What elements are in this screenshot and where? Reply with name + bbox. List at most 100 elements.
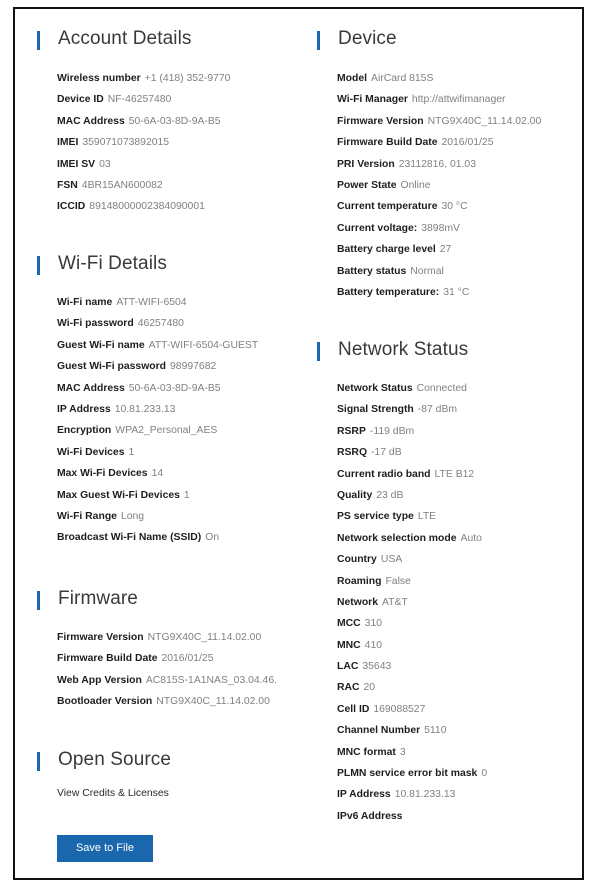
detail-label: Wi-Fi password — [57, 318, 134, 330]
detail-label: Bootloader Version — [57, 696, 153, 708]
detail-value: 27 — [439, 244, 452, 256]
wifi-details-rows: Wi-Fi name ATT-WIFI-6504 Wi-Fi password 462… — [57, 292, 277, 549]
section-accent-bar — [37, 752, 40, 771]
detail-label: Power State — [337, 179, 397, 191]
detail-label: Battery status — [337, 265, 407, 277]
detail-row: Country USA — [337, 549, 583, 570]
detail-label: Current radio band — [337, 468, 431, 480]
view-credits-link[interactable]: View Credits & Licenses — [57, 788, 169, 799]
detail-row: Network selection mode Auto — [337, 528, 583, 549]
detail-label: Network Status — [337, 383, 413, 394]
detail-row: Firmware Version NTG9X40C_11.14.02.00 — [337, 111, 583, 132]
detail-label: PS service type — [337, 511, 414, 523]
detail-row: Roaming False — [337, 571, 583, 592]
device-rows: Model AirCard 815S Wi-Fi Manager http://att… — [337, 68, 583, 303]
detail-row: IMEI 359071073892015 — [57, 132, 277, 153]
detail-row: Wi-Fi Range Long — [57, 506, 277, 527]
detail-row: Network AT&T — [337, 592, 583, 613]
detail-row: IPv6 Address — [337, 806, 583, 827]
detail-row: MNC 410 — [337, 635, 583, 656]
detail-row: Quality 23 dB — [337, 485, 583, 506]
detail-row: RSRP -119 dBm — [337, 421, 583, 442]
open-source-rows: View Credits & Licenses — [57, 783, 277, 804]
detail-label: MAC Address — [57, 382, 125, 394]
detail-label: Current voltage: — [337, 222, 418, 234]
detail-label: MCC — [337, 618, 361, 630]
detail-label: PRI Version — [337, 158, 395, 170]
detail-row: Power State Online — [337, 175, 583, 196]
detail-value: 0 — [481, 768, 488, 780]
section-header: Account Details — [15, 28, 277, 58]
detail-label: RSRQ — [337, 447, 368, 459]
detail-value: False — [385, 575, 411, 587]
detail-row: Guest Wi-Fi name ATT-WIFI-6504-GUEST — [57, 335, 277, 356]
detail-value: 2016/01/25 — [441, 137, 494, 149]
detail-value: 50-6A-03-8D-9A-B5 — [128, 382, 221, 394]
detail-label: ICCID — [57, 201, 86, 213]
section-header: Device — [301, 28, 583, 58]
detail-label: IMEI — [57, 137, 79, 149]
detail-value: 1 — [183, 489, 190, 501]
detail-row: Battery charge level 27 — [337, 239, 583, 260]
detail-label: RSRP — [337, 425, 366, 437]
section-accent-bar — [37, 31, 40, 50]
detail-row: Wi-Fi name ATT-WIFI-6504 — [57, 292, 277, 313]
section-header: Network Status — [301, 339, 583, 369]
detail-label: Signal Strength — [337, 404, 414, 416]
detail-value: 31 °C — [443, 286, 470, 298]
detail-row: Firmware Version NTG9X40C_11.14.02.00 — [57, 627, 277, 648]
firmware-title: Firmware — [58, 588, 138, 609]
detail-row: Web App Version AC815S-1A1NAS_03.04.46.00 — [57, 670, 277, 691]
detail-label: LAC — [337, 661, 359, 673]
detail-value: USA — [380, 554, 403, 566]
detail-label: Battery charge level — [337, 244, 436, 256]
detail-value: 23112816, 01.03 — [398, 158, 476, 170]
detail-label: IMEI SV — [57, 158, 96, 170]
detail-value: Normal — [410, 265, 444, 277]
detail-value: 46257480 — [137, 318, 184, 330]
firmware-rows: Firmware Version NTG9X40C_11.14.02.00 Firm… — [57, 627, 277, 713]
detail-value: Auto — [460, 532, 482, 544]
detail-label: Encryption — [57, 425, 112, 437]
detail-row: Wi-Fi Devices 1 — [57, 442, 277, 463]
detail-value: AT&T — [382, 596, 408, 608]
detail-row: Battery status Normal — [337, 261, 583, 282]
detail-row: Battery temperature: 31 °C — [337, 282, 583, 303]
detail-row: Bootloader Version NTG9X40C_11.14.02.00 — [57, 691, 277, 712]
detail-value: Connected — [416, 383, 467, 394]
detail-row: FSN 4BR15AN600082 — [57, 175, 277, 196]
detail-row: Broadcast Wi-Fi Name (SSID) On — [57, 527, 277, 548]
detail-row: IMEI SV 03 — [57, 154, 277, 175]
detail-value: NF-46257480 — [107, 94, 172, 106]
save-to-file-button[interactable]: Save to File — [57, 835, 153, 862]
open-source-section: Open Source View Credits & Licenses — [15, 749, 277, 799]
wifi-details-section: Wi-Fi Details Wi-Fi name ATT-WIFI-6504 Wi-… — [15, 253, 277, 543]
detail-row: Encryption WPA2_Personal_AES — [57, 420, 277, 441]
detail-value: ATT-WIFI-6504 — [116, 297, 187, 308]
device-title: Device — [338, 28, 397, 49]
detail-row: PRI Version 23112816, 01.03 — [337, 154, 583, 175]
wifi-details-title: Wi-Fi Details — [58, 253, 167, 274]
detail-label: Web App Version — [57, 674, 142, 686]
detail-row: IP Address 10.81.233.13 — [337, 784, 583, 805]
detail-value: 23 dB — [376, 489, 404, 501]
detail-label: MNC — [337, 639, 361, 651]
account-details-title: Account Details — [58, 28, 192, 49]
detail-value: http://attwifimanager — [411, 94, 506, 106]
section-header: Wi-Fi Details — [15, 253, 277, 283]
detail-value: NTG9X40C_11.14.02.00 — [156, 696, 270, 708]
detail-label: Wi-Fi Range — [57, 510, 117, 522]
detail-label: RAC — [337, 682, 360, 694]
account-details-rows: Wireless number +1 (418) 352-9770 Device I… — [57, 68, 277, 218]
detail-label: Wi-Fi Manager — [337, 94, 408, 106]
detail-label: IPv6 Address — [337, 810, 403, 822]
detail-row: Wireless number +1 (418) 352-9770 — [57, 68, 277, 89]
detail-label: FSN — [57, 179, 78, 191]
detail-label: Firmware Build Date — [337, 137, 438, 149]
section-header: Open Source — [15, 749, 277, 779]
detail-label: Max Wi-Fi Devices — [57, 468, 148, 480]
detail-row: IP Address 10.81.233.13 — [57, 399, 277, 420]
detail-label: Device ID — [57, 94, 104, 106]
detail-value: 10.81.233.13 — [114, 403, 176, 415]
section-accent-bar — [37, 591, 40, 610]
